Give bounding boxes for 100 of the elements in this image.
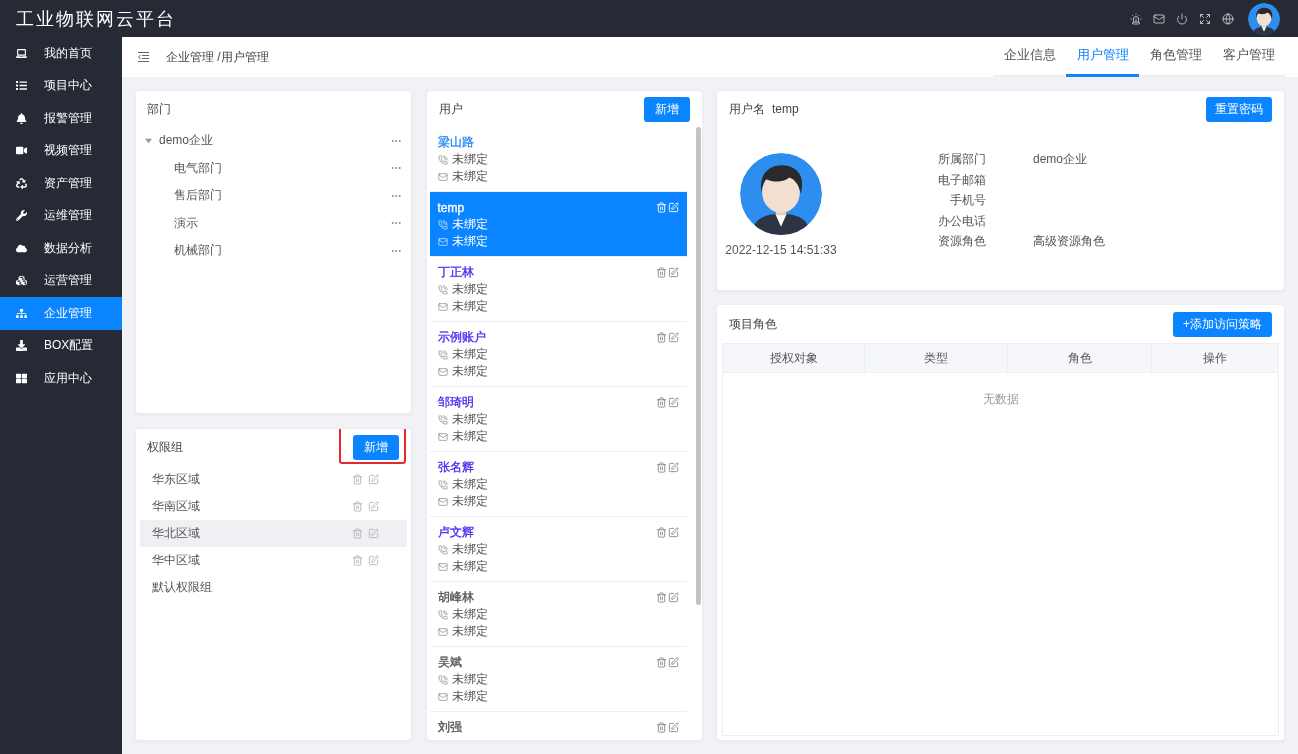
sidebar-item[interactable]: 运营管理	[0, 264, 122, 297]
user-list-item[interactable]: 张名辉 未绑定 未绑定	[429, 452, 687, 517]
sidebar-item[interactable]: 资产管理	[0, 167, 122, 200]
sidebar-item[interactable]: 应用中心	[0, 362, 122, 395]
contact-status: 未绑定	[451, 541, 488, 558]
add-policy-button[interactable]: +添加访问策略	[1173, 311, 1272, 337]
sidebar-item[interactable]: 我的首页	[0, 37, 122, 70]
user-list-item[interactable]: temp 未绑定 未绑定	[429, 192, 687, 257]
power-icon[interactable]	[1176, 12, 1188, 25]
edit-icon[interactable]	[667, 592, 679, 603]
contact-status: 未绑定	[451, 558, 488, 575]
globe-icon[interactable]	[1222, 12, 1234, 25]
tree-item[interactable]: 电气部门	[136, 154, 411, 182]
edit-icon[interactable]	[667, 397, 679, 408]
trash-icon[interactable]	[655, 592, 667, 603]
reset-password-button[interactable]: 重置密码	[1206, 96, 1272, 122]
sitemap-icon	[16, 307, 27, 319]
trash-icon[interactable]	[655, 397, 667, 408]
mail-icon	[437, 366, 448, 377]
phone-icon	[437, 479, 448, 490]
trash-icon[interactable]	[655, 462, 667, 473]
tab[interactable]: 客户管理	[1212, 37, 1285, 77]
app-title: 工业物联网云平台	[16, 7, 176, 31]
avatar-icon[interactable]	[1248, 2, 1280, 35]
edit-icon[interactable]	[368, 501, 379, 512]
outdent-icon[interactable]	[138, 52, 149, 62]
trash-icon[interactable]	[655, 202, 667, 213]
caret-down-icon[interactable]	[145, 137, 152, 145]
user-name: 卢文辉	[437, 524, 474, 541]
add-button[interactable]: 新增	[643, 96, 690, 122]
phone-icon	[437, 284, 448, 295]
trash-icon[interactable]	[352, 528, 363, 539]
created-time: 2022-12-15 14:51:33	[725, 243, 837, 257]
expand-icon[interactable]	[1199, 12, 1211, 25]
sidebar-item[interactable]: 项目中心	[0, 69, 122, 102]
phone-icon	[437, 674, 448, 685]
user-list-item[interactable]: 邹琦明 未绑定 未绑定	[429, 387, 687, 452]
tree-item[interactable]: 演示	[136, 209, 411, 237]
add-button[interactable]: 新增	[353, 435, 399, 460]
edit-icon[interactable]	[368, 555, 379, 566]
username-label: 用户名	[729, 100, 765, 118]
tree-item[interactable]: 机械部门	[136, 237, 411, 265]
field-value: 高级资源角色	[1033, 233, 1105, 250]
edit-icon[interactable]	[667, 267, 679, 278]
siren-icon[interactable]	[1130, 12, 1142, 25]
user-list-item[interactable]: 卢文辉 未绑定 未绑定	[429, 517, 687, 582]
sidebar-item[interactable]: BOX配置	[0, 329, 122, 362]
column-header: 授权对象	[723, 344, 865, 372]
trash-icon[interactable]	[655, 657, 667, 668]
edit-icon[interactable]	[667, 332, 679, 343]
trash-icon[interactable]	[655, 332, 667, 343]
contact-status: 未绑定	[451, 363, 488, 380]
trash-icon[interactable]	[352, 474, 363, 485]
sidebar-item[interactable]: 运维管理	[0, 199, 122, 232]
trash-icon[interactable]	[352, 501, 363, 512]
user-name: 丁正林	[437, 264, 474, 281]
mail-icon[interactable]	[1153, 12, 1165, 25]
empty-text: 无数据	[982, 390, 1019, 408]
tree-item[interactable]: 售后部门	[136, 182, 411, 210]
tab[interactable]: 角色管理	[1139, 37, 1212, 77]
mail-icon	[437, 691, 448, 702]
phone-icon	[437, 154, 448, 165]
edit-icon[interactable]	[667, 722, 679, 733]
sidebar-item[interactable]: 视频管理	[0, 134, 122, 167]
contact-status: 未绑定	[451, 493, 488, 510]
phone-icon	[437, 609, 448, 620]
user-list-item[interactable]: 丁正林 未绑定 未绑定	[429, 257, 687, 322]
trash-icon[interactable]	[655, 527, 667, 538]
mail-icon	[437, 236, 448, 247]
sidebar-item[interactable]: 数据分析	[0, 232, 122, 265]
scrollbar-thumb[interactable]	[695, 127, 701, 605]
download-icon	[16, 340, 27, 352]
edit-icon[interactable]	[667, 462, 679, 473]
mail-icon	[437, 626, 448, 637]
tab[interactable]: 企业信息	[993, 37, 1066, 77]
sidebar-item[interactable]: 企业管理	[0, 297, 122, 330]
tab[interactable]: 用户管理	[1066, 37, 1139, 77]
permission-group-item[interactable]: 华北区域	[140, 520, 407, 547]
phone-icon	[437, 414, 448, 425]
edit-icon[interactable]	[368, 528, 379, 539]
sidebar-item[interactable]: 报警管理	[0, 102, 122, 135]
trash-icon[interactable]	[352, 555, 363, 566]
user-list-item[interactable]: 示例账户 未绑定 未绑定	[429, 322, 687, 387]
edit-icon[interactable]	[667, 527, 679, 538]
user-list-item[interactable]: 胡峰林 未绑定 未绑定	[429, 582, 687, 647]
contact-status: 未绑定	[451, 151, 488, 168]
user-list-item[interactable]: 刘强	[429, 712, 687, 740]
edit-icon[interactable]	[368, 474, 379, 485]
user-list-item[interactable]: 吴斌 未绑定 未绑定	[429, 647, 687, 712]
contact-status: 未绑定	[451, 233, 488, 250]
trash-icon[interactable]	[655, 267, 667, 278]
edit-icon[interactable]	[667, 657, 679, 668]
contact-status: 未绑定	[451, 411, 488, 428]
breadcrumb: 企业管理 /用户管理	[166, 48, 269, 66]
recycle-icon	[16, 177, 27, 189]
tree-item[interactable]: demo企业	[136, 127, 411, 155]
trash-icon[interactable]	[655, 722, 667, 733]
contact-status: 未绑定	[451, 281, 488, 298]
panel-title: 权限组	[147, 439, 183, 456]
mail-icon	[437, 561, 448, 572]
